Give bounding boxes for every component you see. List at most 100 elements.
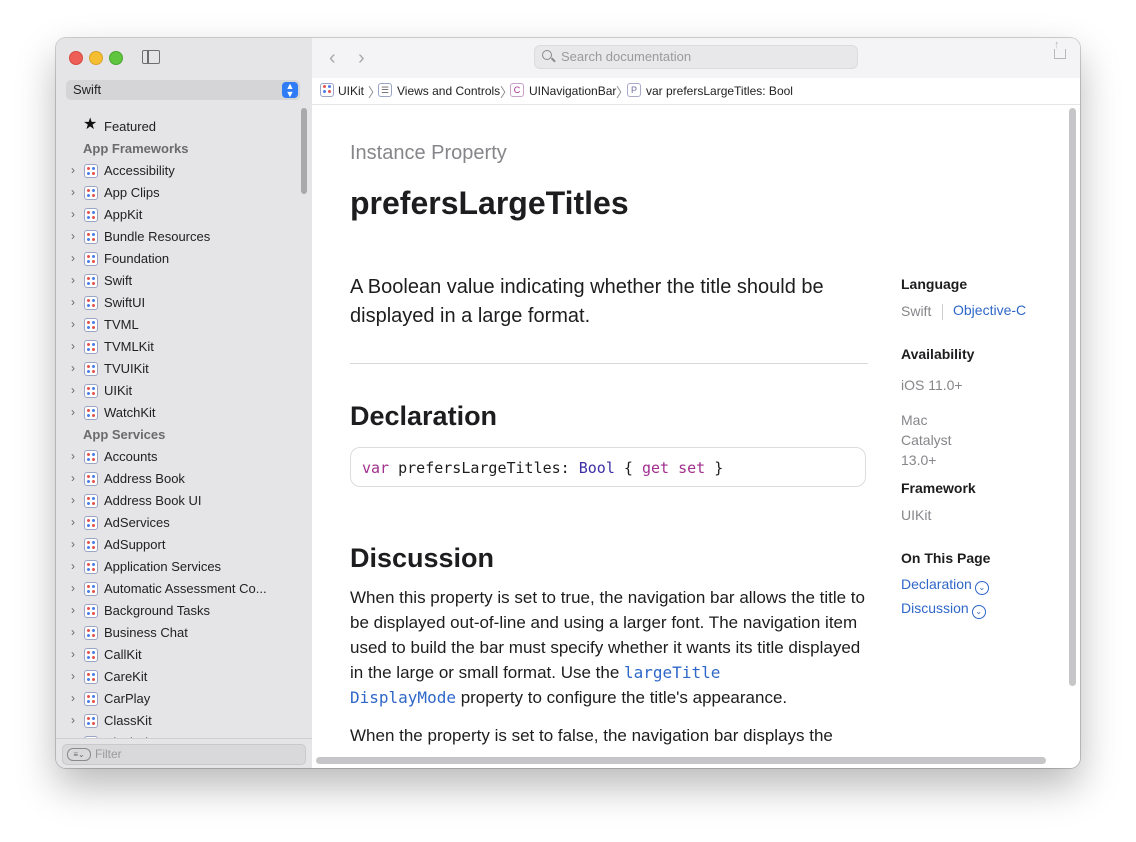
disclosure-chevron-icon[interactable]: › [71, 405, 75, 419]
sidebar-item[interactable]: › Application Services [56, 556, 306, 578]
zoom-window-button[interactable] [109, 51, 123, 65]
sidebar-item-label: Accounts [104, 449, 158, 464]
discussion-paragraph-2: When the property is set to false, the n… [350, 726, 833, 745]
sidebar-item[interactable]: › Accessibility [56, 160, 306, 182]
framework-icon [84, 626, 98, 640]
filter-options-icon[interactable]: ≡⌄ [67, 748, 91, 761]
on-this-page-discussion[interactable]: Discussion ⌄ [901, 600, 986, 619]
sidebar-item[interactable]: › App Clips [56, 182, 306, 204]
sidebar-item[interactable]: › Business Chat [56, 622, 306, 644]
sidebar-item[interactable]: › AppKit [56, 204, 306, 226]
framework-icon [84, 714, 98, 728]
sidebar-item[interactable]: › Swift [56, 270, 306, 292]
code-type-link[interactable]: Bool [579, 459, 615, 477]
disclosure-chevron-icon[interactable]: › [71, 295, 75, 309]
disclosure-chevron-icon[interactable]: › [71, 163, 75, 177]
sidebar-item[interactable]: › Automatic Assessment Co... [56, 578, 306, 600]
disclosure-chevron-icon[interactable]: › [71, 317, 75, 331]
disclosure-chevron-icon[interactable]: › [71, 625, 75, 639]
framework-icon [84, 362, 98, 376]
disclosure-chevron-icon[interactable]: › [71, 449, 75, 463]
sidebar-item-label: CareKit [104, 669, 148, 684]
class-icon: C [510, 83, 524, 97]
breadcrumb-uikit[interactable]: UIKit [338, 84, 364, 98]
on-this-page-declaration[interactable]: Declaration ⌄ [901, 576, 989, 595]
sidebar-item[interactable]: › CarPlay [56, 688, 306, 710]
sidebar-item[interactable]: › TVMLKit [56, 336, 306, 358]
disclosure-chevron-icon[interactable]: › [71, 559, 75, 573]
language-select[interactable]: Swift ▲ ▼ [66, 80, 300, 100]
chevron-down-icon: ⌄ [974, 581, 989, 595]
large-title-display-mode-link[interactable]: largeTitle [624, 663, 720, 682]
sidebar-item[interactable]: › TVML [56, 314, 306, 336]
disclosure-chevron-icon[interactable]: › [71, 603, 75, 617]
disclosure-chevron-icon[interactable]: › [71, 251, 75, 265]
breadcrumb-views-and-controls[interactable]: Views and Controls [397, 84, 500, 98]
discussion-heading: Discussion [350, 543, 495, 573]
sidebar-item[interactable]: › CareKit [56, 666, 306, 688]
sidebar-item[interactable]: › UIKit [56, 380, 306, 402]
disclosure-chevron-icon[interactable]: › [71, 493, 75, 507]
sidebar-item-label: Accessibility [104, 163, 175, 178]
sidebar-item[interactable]: › Accounts [56, 446, 306, 468]
sidebar-scrollbar[interactable] [301, 108, 307, 194]
main-pane: ‹ › Search documentation UIKit 〉 ☰ Views… [312, 38, 1080, 768]
share-icon[interactable] [1054, 39, 1066, 59]
framework-icon [84, 516, 98, 530]
disclosure-chevron-icon[interactable]: › [71, 383, 75, 397]
breadcrumb-uinavigationbar[interactable]: UINavigationBar [529, 84, 616, 98]
minimize-window-button[interactable] [89, 51, 103, 65]
disclosure-chevron-icon[interactable]: › [71, 669, 75, 683]
sidebar-item[interactable]: › Background Tasks [56, 600, 306, 622]
sidebar-item[interactable]: › AdServices [56, 512, 306, 534]
forward-button[interactable]: › [358, 47, 365, 70]
sidebar-item[interactable]: › AdSupport [56, 534, 306, 556]
sidebar-item-label: Bundle Resources [104, 229, 211, 244]
framework-link[interactable]: UIKit [901, 505, 931, 525]
disclosure-chevron-icon[interactable]: › [71, 471, 75, 485]
disclosure-chevron-icon[interactable]: › [71, 207, 75, 221]
content-vertical-scrollbar[interactable] [1069, 108, 1076, 686]
star-icon: ★ [83, 116, 98, 133]
disclosure-chevron-icon[interactable]: › [71, 713, 75, 727]
sidebar-toggle-icon[interactable] [142, 50, 160, 64]
disclosure-chevron-icon[interactable]: › [71, 185, 75, 199]
page-title: prefersLargeTitles [350, 185, 629, 221]
sidebar-item[interactable]: › WatchKit [56, 402, 306, 424]
declaration-code: var prefersLargeTitles: Bool { get set } [350, 447, 866, 487]
filter-input[interactable]: ≡⌄ Filter [62, 744, 306, 765]
disclosure-chevron-icon[interactable]: › [71, 537, 75, 551]
sidebar-item[interactable]: › ClassKit [56, 710, 306, 732]
sidebar-item-label: AppKit [104, 207, 143, 222]
disclosure-chevron-icon[interactable]: › [71, 361, 75, 375]
sidebar-item[interactable]: › TVUIKit [56, 358, 306, 380]
symbol-kind: Instance Property [350, 142, 507, 164]
disclosure-chevron-icon[interactable]: › [71, 515, 75, 529]
language-objc-link[interactable]: Objective-C [953, 302, 1026, 318]
breadcrumb-prefers-large-titles[interactable]: var prefersLargeTitles: Bool [646, 84, 793, 98]
back-button[interactable]: ‹ [329, 47, 336, 70]
sidebar-item[interactable]: › CallKit [56, 644, 306, 666]
framework-heading: Framework [901, 480, 976, 496]
content-horizontal-scrollbar[interactable] [316, 757, 1046, 764]
disclosure-chevron-icon[interactable]: › [71, 229, 75, 243]
sidebar-section-heading: App Services [83, 427, 166, 442]
large-title-display-mode-link-cont[interactable]: DisplayMode [350, 688, 456, 707]
discussion-paragraph-1: When this property is set to true, the n… [350, 585, 870, 710]
code-keyword-get: get [641, 459, 670, 477]
search-field[interactable]: Search documentation [534, 45, 858, 69]
sidebar-item[interactable]: › Foundation [56, 248, 306, 270]
sidebar-item[interactable]: › SwiftUI [56, 292, 306, 314]
disclosure-chevron-icon[interactable]: › [71, 273, 75, 287]
disclosure-chevron-icon[interactable]: › [71, 339, 75, 353]
close-window-button[interactable] [69, 51, 83, 65]
language-divider [942, 304, 943, 320]
sidebar-item[interactable]: › Address Book [56, 468, 306, 490]
disclosure-chevron-icon[interactable]: › [71, 647, 75, 661]
disclosure-chevron-icon[interactable]: › [71, 691, 75, 705]
sidebar-item[interactable]: › Address Book UI [56, 490, 306, 512]
sidebar-item-label: CallKit [104, 647, 142, 662]
sidebar-item[interactable]: › Bundle Resources [56, 226, 306, 248]
disclosure-chevron-icon[interactable]: › [71, 581, 75, 595]
